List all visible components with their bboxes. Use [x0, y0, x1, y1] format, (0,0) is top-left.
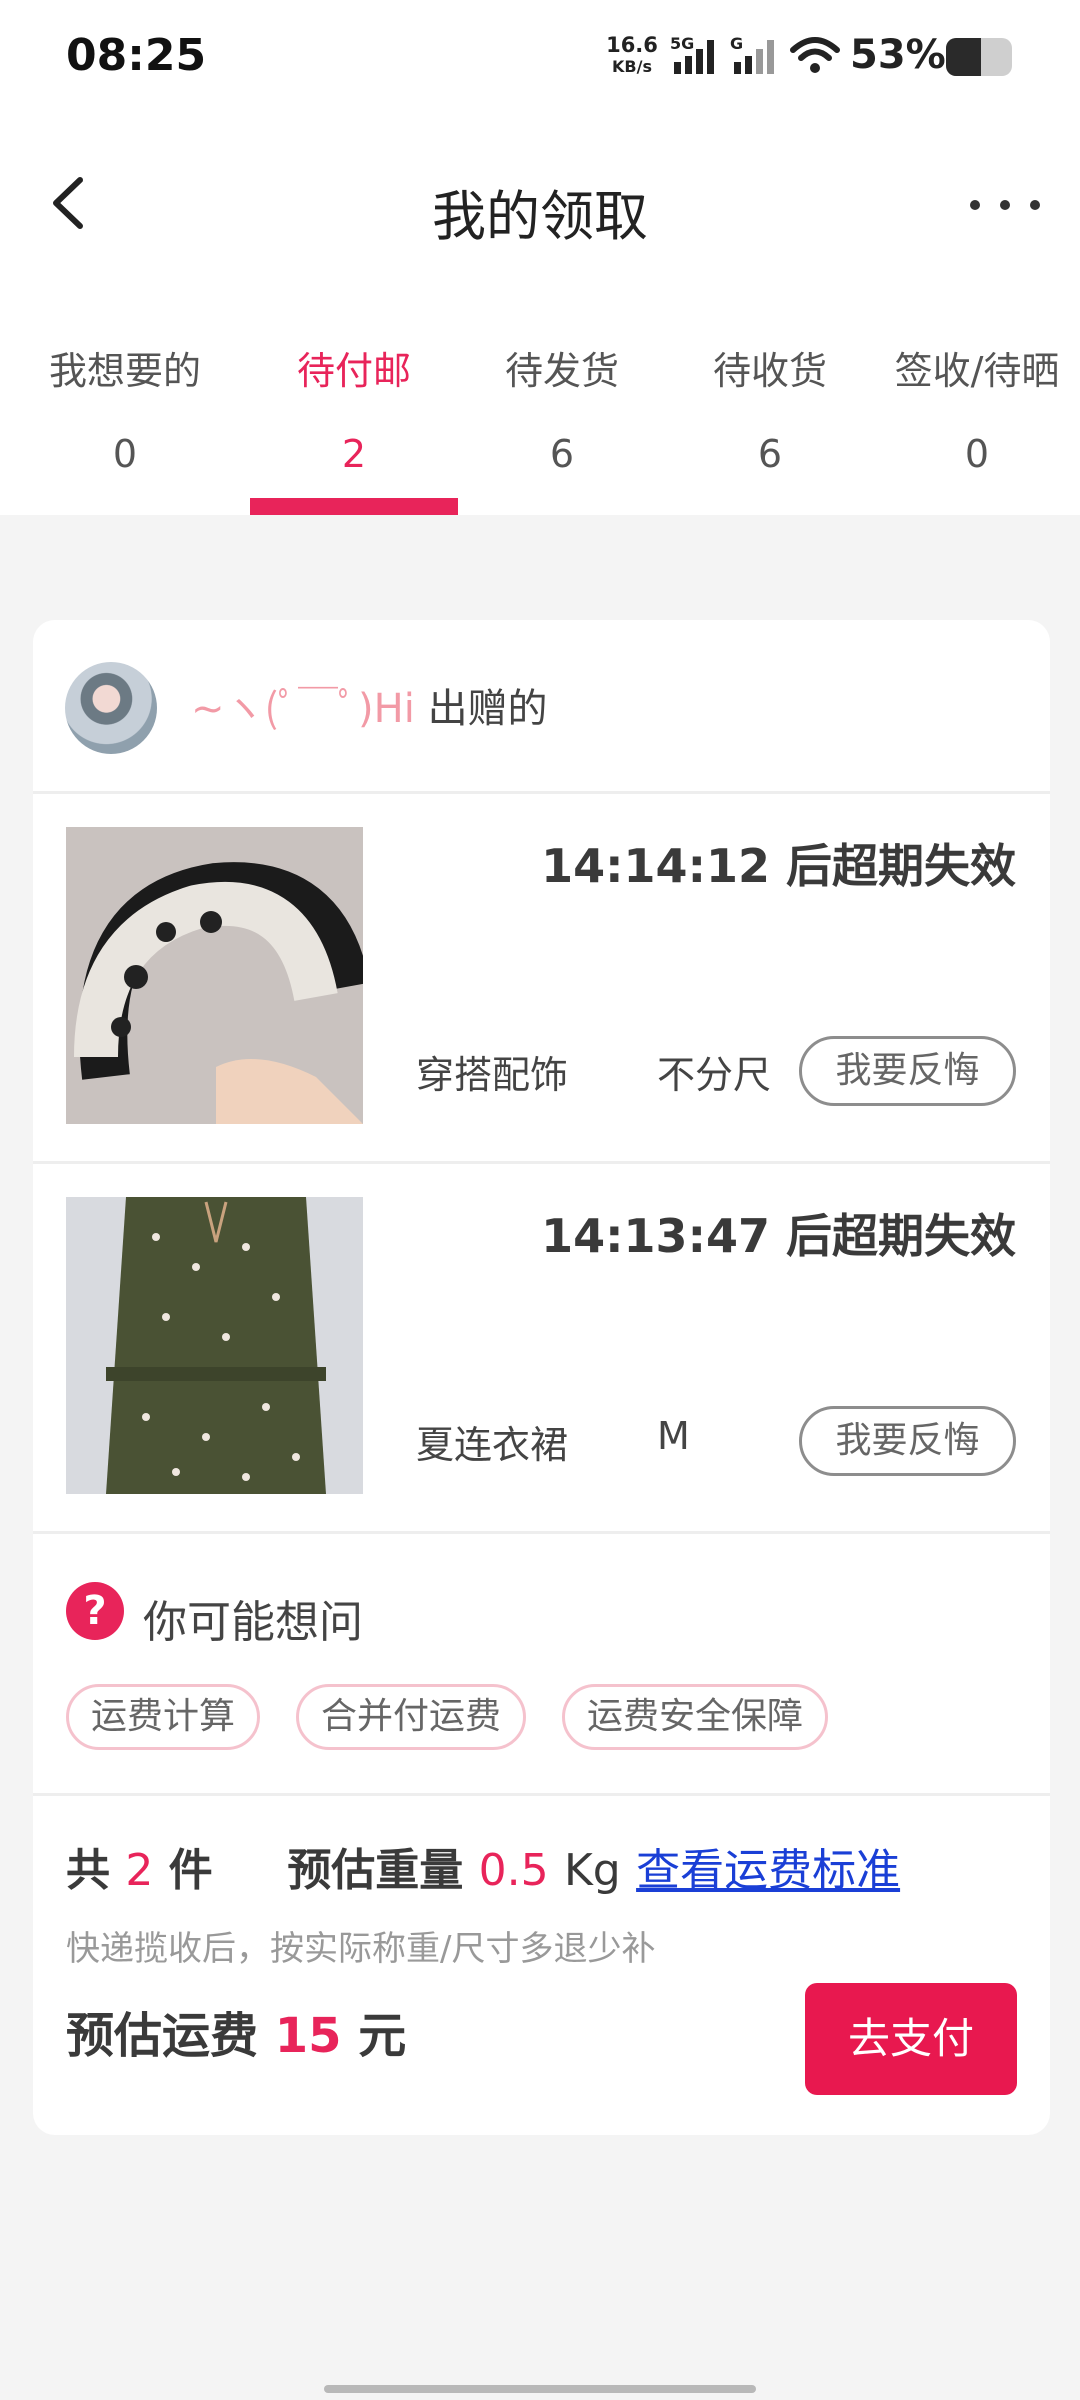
item-size: M — [657, 1414, 690, 1458]
fee-value: 15 — [274, 2008, 342, 2064]
total-prefix: 共 — [66, 1845, 110, 1896]
payment-summary: 共 2 件 预估重量 0.5 Kg 查看运费标准 快递揽收后，按实际称重/尺寸多… — [33, 1796, 1050, 2135]
pay-button[interactable]: 去支付 — [805, 1983, 1017, 2095]
tab-pending-postage[interactable]: 待付邮 2 — [250, 330, 458, 515]
faq-chip-combined-shipping[interactable]: 合并付运费 — [296, 1684, 527, 1750]
nav-bar: 我的领取 — [0, 150, 1080, 260]
signal-g-icon: G — [730, 34, 782, 80]
order-status-tabs: 我想要的 0 待付邮 2 待发货 6 待收货 6 签收/待晒 0 — [0, 330, 1080, 515]
regret-button[interactable]: 我要反悔 — [799, 1406, 1016, 1476]
network-speed-value: 16.6 — [606, 33, 658, 57]
tab-pending-receipt[interactable]: 待收货 6 — [666, 330, 874, 515]
signal-g-tag: G — [730, 34, 744, 53]
expiry-countdown: 14:13:47 后超期失效 — [541, 1209, 1016, 1263]
item-category: 穿搭配饰 — [416, 1053, 569, 1097]
total-suffix: 件 — [168, 1845, 213, 1896]
weight-unit: Kg — [563, 1845, 621, 1896]
more-button[interactable] — [960, 180, 1050, 230]
faq-chips: 运费计算 合并付运费 运费安全保障 — [66, 1684, 864, 1750]
shipping-standard-link[interactable]: 查看运费标准 — [636, 1845, 900, 1896]
tab-count: 0 — [964, 432, 990, 476]
tab-wanted[interactable]: 我想要的 0 — [0, 330, 250, 515]
tab-count: 0 — [112, 432, 138, 476]
faq-section: ? 你可能想问 运费计算 合并付运费 运费安全保障 — [33, 1534, 1050, 1796]
seller-name: ~ヽ(ﾟ￣ﾟ)Hi 出赠的 — [191, 676, 548, 734]
item-thumbnail-headband[interactable] — [66, 827, 363, 1124]
battery-icon — [946, 38, 1012, 76]
regret-button[interactable]: 我要反悔 — [799, 1036, 1016, 1106]
signal-5g-icon: 5G — [670, 34, 722, 80]
avatar[interactable] — [65, 662, 157, 754]
weight-value: 0.5 — [478, 1845, 549, 1896]
faq-title: 你可能想问 — [143, 1597, 363, 1648]
faq-chip-shipping-protection[interactable]: 运费安全保障 — [562, 1684, 829, 1750]
network-speed: 16.6 KB/s — [604, 34, 660, 78]
network-speed-unit: KB/s — [612, 57, 652, 76]
tab-underline — [250, 498, 458, 515]
fee-label: 预估运费 — [66, 2008, 259, 2064]
total-count: 2 — [125, 1845, 154, 1896]
more-horizontal-icon — [970, 200, 1040, 210]
item-category: 夏连衣裙 — [416, 1423, 569, 1467]
item-size: 不分尺 — [657, 1053, 772, 1097]
fee-unit: 元 — [358, 2008, 407, 2064]
tab-count: 6 — [757, 432, 783, 476]
seller-suffix: 出赠的 — [427, 686, 548, 732]
order-card: ~ヽ(ﾟ￣ﾟ)Hi 出赠的 14:14:12 后超期失效 穿搭配饰 不分尺 我要… — [33, 620, 1050, 2135]
home-indicator[interactable] — [324, 2385, 756, 2393]
page-title: 我的领取 — [432, 185, 648, 248]
tab-label: 签收/待晒 — [894, 349, 1060, 393]
signal-5g-tag: 5G — [670, 34, 695, 53]
tab-label: 待收货 — [712, 349, 827, 393]
order-item[interactable]: 14:13:47 后超期失效 夏连衣裙 M 我要反悔 — [33, 1164, 1050, 1534]
summary-line: 共 2 件 预估重量 0.5 Kg 查看运费标准 — [66, 1834, 900, 1898]
status-time: 08:25 — [66, 30, 207, 81]
tab-received-review[interactable]: 签收/待晒 0 — [874, 330, 1080, 515]
order-item[interactable]: 14:14:12 后超期失效 穿搭配饰 不分尺 我要反悔 — [33, 794, 1050, 1164]
tab-count: 6 — [549, 432, 575, 476]
question-icon: ? — [66, 1582, 124, 1640]
tab-label: 我想要的 — [48, 349, 201, 393]
status-bar: 08:25 16.6 KB/s 5G G 53% — [0, 0, 1080, 115]
wifi-icon — [790, 36, 840, 80]
expiry-countdown: 14:14:12 后超期失效 — [541, 839, 1016, 893]
battery-fill — [946, 38, 981, 76]
weight-label: 预估重量 — [287, 1845, 464, 1896]
item-thumbnail-dress[interactable] — [66, 1197, 363, 1494]
battery-percent: 53% — [850, 32, 946, 78]
tab-label: 待发货 — [504, 349, 619, 393]
tab-count: 2 — [341, 432, 367, 476]
estimated-fee: 预估运费 15 元 — [66, 1996, 406, 2066]
tab-pending-shipment[interactable]: 待发货 6 — [458, 330, 666, 515]
seller-nickname: ~ヽ(ﾟ￣ﾟ)Hi — [191, 686, 415, 732]
tab-label: 待付邮 — [296, 349, 411, 393]
weight-note: 快递揽收后，按实际称重/尺寸多退少补 — [66, 1929, 656, 1969]
faq-chip-shipping-calc[interactable]: 运费计算 — [66, 1684, 261, 1750]
seller-row[interactable]: ~ヽ(ﾟ￣ﾟ)Hi 出赠的 — [33, 620, 1050, 794]
